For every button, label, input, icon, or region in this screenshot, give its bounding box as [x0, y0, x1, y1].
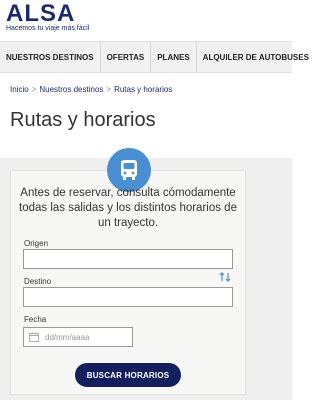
- search-schedules-button[interactable]: BUSCAR HORARIOS: [75, 363, 181, 387]
- destination-label: Destino: [24, 277, 52, 286]
- page-title: Rutas y horarios: [10, 109, 156, 131]
- nav-item-ofertas[interactable]: OFERTAS: [101, 42, 152, 72]
- date-input[interactable]: dd/mm/aaaa: [23, 327, 133, 347]
- calendar-icon: [29, 332, 39, 342]
- breadcrumb: Inicio > Nuestros destinos > Rutas y hor…: [10, 85, 172, 94]
- date-placeholder: dd/mm/aaaa: [45, 332, 90, 342]
- alsa-logo[interactable]: ALSA Hacemos tu viaje más fácil: [6, 0, 90, 33]
- breadcrumb-current: Rutas y horarios: [114, 85, 173, 94]
- site-header: ALSA Hacemos tu viaje más fácil: [0, 0, 292, 36]
- nav-item-alquiler[interactable]: ALQUILER DE AUTOBUSES: [197, 42, 315, 72]
- breadcrumb-destinos[interactable]: Nuestros destinos: [39, 85, 103, 94]
- date-label: Fecha: [24, 315, 47, 324]
- logo-tagline: Hacemos tu viaje más fácil: [6, 25, 90, 32]
- origin-input[interactable]: [23, 249, 233, 269]
- breadcrumb-inicio[interactable]: Inicio: [10, 85, 29, 94]
- logo-text: ALSA: [6, 0, 76, 27]
- breadcrumb-separator: >: [106, 85, 112, 94]
- destination-input[interactable]: [23, 287, 233, 307]
- nav-item-planes[interactable]: PLANES: [151, 42, 197, 72]
- form-intro-text: Antes de reservar, consulta cómodamente …: [19, 187, 237, 229]
- main-nav: NUESTROS DESTINOS OFERTAS PLANES ALQUILE…: [0, 41, 309, 73]
- swap-icon[interactable]: [219, 271, 231, 283]
- nav-item-destinos[interactable]: NUESTROS DESTINOS: [0, 42, 101, 72]
- origin-label: Origen: [24, 239, 49, 248]
- breadcrumb-separator: >: [31, 85, 37, 94]
